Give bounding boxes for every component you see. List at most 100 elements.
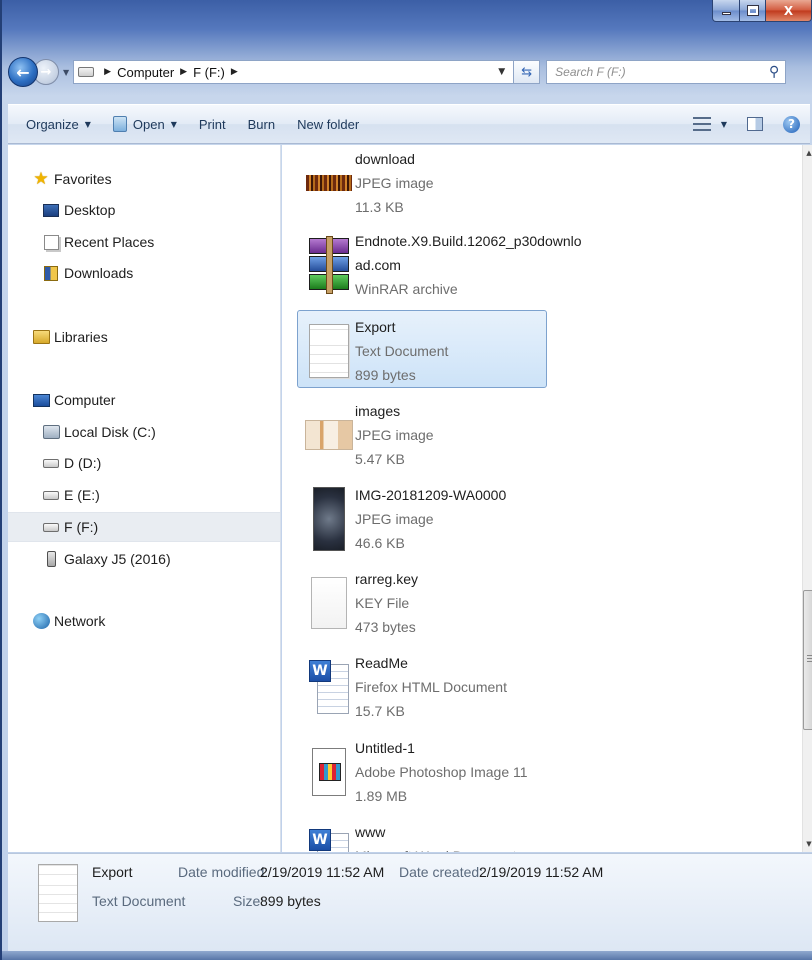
view-options-dropdown-icon[interactable]: ▼ xyxy=(721,120,727,129)
jpeg-thumbnail-icon xyxy=(306,175,352,191)
burn-button[interactable]: Burn xyxy=(240,113,283,136)
window-controls: X xyxy=(712,0,812,22)
file-name: Endnote.X9.Build.12062_p30downlo xyxy=(355,233,582,249)
text-document-icon xyxy=(38,864,78,922)
sidebar-item-label: Favorites xyxy=(54,171,112,187)
back-button[interactable]: ← xyxy=(8,57,38,87)
sidebar-item-label: Desktop xyxy=(64,202,116,218)
sidebar-item-recent-places[interactable]: Recent Places xyxy=(42,230,154,254)
maximize-button[interactable] xyxy=(740,0,766,22)
file-type: KEY File xyxy=(355,595,410,611)
refresh-icon: ⇆ xyxy=(521,64,533,80)
new-folder-button[interactable]: New folder xyxy=(289,113,367,136)
close-icon: X xyxy=(783,3,794,18)
search-box[interactable]: ⚲ xyxy=(546,60,787,84)
address-history-dropdown-icon[interactable]: ▼ xyxy=(498,67,513,77)
breadcrumb-separator-icon[interactable]: ▶ xyxy=(231,67,238,77)
sidebar-item-label: F (F:) xyxy=(64,519,99,535)
forward-arrow-icon: → xyxy=(40,64,52,80)
minimize-button[interactable] xyxy=(712,0,740,22)
sidebar-item-label: Recent Places xyxy=(64,234,155,250)
file-item-readme[interactable]: W ReadMe Firefox HTML Document 15.7 KB xyxy=(298,647,548,725)
network-icon xyxy=(32,613,50,629)
libraries-icon xyxy=(32,330,50,344)
file-item-rarreg-key[interactable]: rarreg.key KEY File 473 bytes xyxy=(298,563,548,641)
sidebar-item-label: D (D:) xyxy=(64,455,102,471)
chevron-down-icon: ▼ xyxy=(84,119,91,129)
scrollbar-thumb[interactable] xyxy=(803,590,812,730)
open-button[interactable]: Open ▼ xyxy=(105,112,185,136)
sidebar-item-drive-d[interactable]: D (D:) xyxy=(42,451,101,475)
sidebar-item-label: Downloads xyxy=(64,265,134,281)
date-modified-value: 2/19/2019 11:52 AM xyxy=(260,864,385,880)
blank-file-icon xyxy=(311,577,347,629)
file-item-untitled-1[interactable]: Untitled-1 Adobe Photoshop Image 11 1.89… xyxy=(298,732,548,810)
recent-places-icon xyxy=(43,234,59,250)
file-type: JPEG image xyxy=(355,511,434,527)
sidebar-item-drive-f[interactable]: F (F:) xyxy=(8,512,280,542)
file-name: rarreg.key xyxy=(355,571,419,587)
preview-pane-icon[interactable] xyxy=(747,117,763,131)
change-view-icon[interactable] xyxy=(692,117,711,131)
sidebar-item-favorites[interactable]: ★ Favorites xyxy=(32,167,112,191)
sidebar-item-label: Computer xyxy=(54,392,116,408)
sidebar-item-label: Galaxy J5 (2016) xyxy=(64,551,171,567)
help-icon[interactable]: ? xyxy=(783,115,800,133)
window-bottom-border xyxy=(2,951,812,960)
sidebar-item-galaxy-j5[interactable]: Galaxy J5 (2016) xyxy=(42,547,171,571)
close-button[interactable]: X xyxy=(766,0,812,22)
sidebar-item-drive-e[interactable]: E (E:) xyxy=(42,483,100,507)
file-list-scrollbar[interactable]: ▲ ▼ xyxy=(802,145,812,852)
size-value: 899 bytes xyxy=(260,893,321,909)
refresh-button[interactable]: ⇆ xyxy=(514,60,541,84)
breadcrumb-separator-icon[interactable]: ▶ xyxy=(180,67,187,77)
file-size: 46.6 KB xyxy=(355,535,405,551)
details-file-name: Export xyxy=(92,864,133,880)
file-item-endnote[interactable]: Endnote.X9.Build.12062_p30downlo ad.com … xyxy=(298,225,582,303)
scroll-down-arrow-icon[interactable]: ▼ xyxy=(803,836,812,852)
file-item-img-20181209[interactable]: IMG-20181209-WA0000 JPEG image 46.6 KB xyxy=(298,479,548,557)
file-size: 473 bytes xyxy=(355,619,416,635)
organize-label: Organize xyxy=(26,116,79,132)
navigation-bar: ← → ▼ ▶ Computer ▶ F (F:) ▶ ▼ ⇆ ⚲ xyxy=(8,54,810,90)
navigation-pane: ★ Favorites Desktop Recent Places Downlo… xyxy=(8,145,281,852)
file-name-continued: ad.com xyxy=(355,257,401,273)
local-disk-icon xyxy=(42,425,60,439)
breadcrumb-drive-f[interactable]: F (F:) xyxy=(193,65,225,80)
sidebar-item-downloads[interactable]: Downloads xyxy=(42,261,133,285)
file-item-download[interactable]: download JPEG image 11.3 KB xyxy=(298,145,548,221)
scroll-up-arrow-icon[interactable]: ▲ xyxy=(803,145,812,161)
date-created-value: 2/19/2019 11:52 AM xyxy=(479,864,604,880)
address-bar[interactable]: ▶ Computer ▶ F (F:) ▶ ▼ xyxy=(73,60,515,84)
sidebar-item-desktop[interactable]: Desktop xyxy=(42,198,115,222)
file-type: Firefox HTML Document xyxy=(355,679,507,695)
date-created-label: Date created: xyxy=(399,864,484,880)
file-list: download JPEG image 11.3 KB Endnote.X9.B… xyxy=(282,145,802,852)
sidebar-item-computer[interactable]: Computer xyxy=(32,388,115,412)
print-button[interactable]: Print xyxy=(191,113,234,136)
file-item-export[interactable]: Export Text Document 899 bytes xyxy=(297,310,547,388)
file-item-www[interactable]: W www Microsoft Word Document xyxy=(298,816,548,852)
star-icon: ★ xyxy=(33,169,49,189)
file-type: Microsoft Word Document xyxy=(355,844,550,852)
jpeg-thumbnail-icon xyxy=(305,420,353,450)
open-label: Open xyxy=(132,116,165,132)
breadcrumb-computer[interactable]: Computer xyxy=(117,65,174,80)
file-name: IMG-20181209-WA0000 xyxy=(355,487,507,503)
sidebar-item-libraries[interactable]: Libraries xyxy=(32,325,108,349)
details-file-type: Text Document xyxy=(92,893,186,909)
file-type: Text Document xyxy=(355,343,449,359)
search-input[interactable] xyxy=(555,65,769,79)
file-type: JPEG image xyxy=(355,175,434,191)
file-name: ReadMe xyxy=(355,655,408,671)
organize-button[interactable]: Organize ▼ xyxy=(18,113,99,136)
recent-pages-dropdown-icon[interactable]: ▼ xyxy=(63,68,69,77)
back-arrow-icon: ← xyxy=(16,62,30,82)
sidebar-item-local-disk-c[interactable]: Local Disk (C:) xyxy=(42,420,156,444)
sidebar-item-network[interactable]: Network xyxy=(32,609,105,633)
file-item-images[interactable]: images JPEG image 5.47 KB xyxy=(298,395,548,473)
breadcrumb-separator-icon[interactable]: ▶ xyxy=(104,67,111,77)
search-icon[interactable]: ⚲ xyxy=(769,64,779,80)
file-size: 899 bytes xyxy=(355,367,416,383)
computer-icon xyxy=(32,393,50,407)
